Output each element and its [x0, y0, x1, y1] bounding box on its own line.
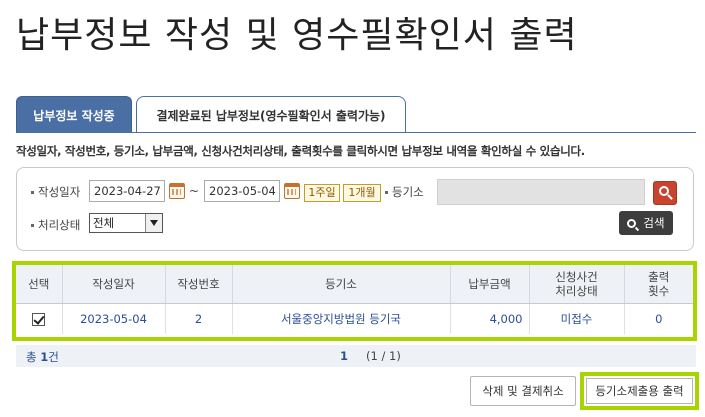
table-row[interactable]: 2023-05-04 2 서울중앙지방법원 등기국 4,000 미접수 0	[16, 303, 693, 334]
cell-registry[interactable]: 서울중앙지방법원 등기국	[232, 303, 451, 334]
tab-payment-complete[interactable]: 결제완료된 납부정보(영수필확인서 출력가능)	[136, 96, 406, 133]
header-number[interactable]: 작성번호	[165, 265, 233, 304]
status-select[interactable]: 전체	[89, 213, 163, 233]
cell-print-count[interactable]: 0	[624, 303, 693, 334]
registry-search-button[interactable]	[653, 181, 677, 205]
page-title: 납부정보 작성 및 영수필확인서 출력	[16, 15, 578, 56]
header-print-count[interactable]: 출력 횟수	[624, 265, 693, 304]
calendar-icon[interactable]	[169, 183, 185, 199]
date-to-input[interactable]: 2023-05-04	[204, 180, 280, 202]
chevron-down-icon	[145, 214, 162, 232]
payment-table: 선택 작성일자 작성번호 등기소 납부금액 신청사건 처리상태 출력 횟수 20…	[12, 261, 697, 341]
cell-date[interactable]: 2023-05-04	[62, 303, 166, 334]
page-link-current[interactable]: 1	[340, 349, 348, 363]
delete-cancel-button[interactable]: 삭제 및 결제취소	[470, 376, 576, 406]
one-month-button[interactable]: 1개월	[343, 184, 381, 202]
search-button-label: 검색	[643, 216, 665, 230]
header-date[interactable]: 작성일자	[62, 265, 166, 304]
header-registry[interactable]: 등기소	[232, 265, 451, 304]
page-info: (1 / 1)	[366, 349, 401, 363]
header-status[interactable]: 신청사건 처리상태	[529, 265, 625, 304]
calendar-icon[interactable]	[284, 183, 300, 199]
guide-text: 작성일자, 작성번호, 등기소, 납부금액, 신청사건처리상태, 출력횟수를 클…	[16, 144, 585, 158]
tab-divider	[16, 132, 696, 133]
search-panel: 작성일자 2023-04-27 ~ 2023-05-04 1주일 1개월 등기소…	[16, 167, 694, 251]
header-amount[interactable]: 납부금액	[450, 265, 530, 304]
date-separator: ~	[189, 184, 200, 198]
search-icon	[627, 218, 637, 228]
total-count: 총 1건	[26, 350, 59, 364]
header-select: 선택	[16, 265, 63, 304]
cell-amount[interactable]: 4,000	[450, 303, 530, 334]
print-button-highlight: 등기소제출용 출력	[580, 372, 699, 410]
one-week-button[interactable]: 1주일	[304, 184, 340, 202]
table-header-row: 선택 작성일자 작성번호 등기소 납부금액 신청사건 처리상태 출력 횟수	[16, 265, 693, 304]
registry-label: 등기소	[385, 184, 424, 200]
status-label: 처리상태	[31, 217, 80, 233]
date-label: 작성일자	[31, 184, 80, 200]
registry-input[interactable]	[437, 179, 645, 205]
date-from-input[interactable]: 2023-04-27	[89, 180, 165, 202]
tab-in-progress[interactable]: 납부정보 작성중	[16, 96, 132, 133]
row-checkbox[interactable]	[32, 312, 46, 326]
status-selected-value: 전체	[93, 216, 115, 230]
cell-status[interactable]: 미접수	[529, 303, 625, 334]
cell-number[interactable]: 2	[165, 303, 233, 334]
search-button[interactable]: 검색	[619, 211, 673, 235]
pagination: 1 (1 / 1)	[340, 349, 401, 363]
print-submit-button[interactable]: 등기소제출용 출력	[586, 378, 693, 404]
